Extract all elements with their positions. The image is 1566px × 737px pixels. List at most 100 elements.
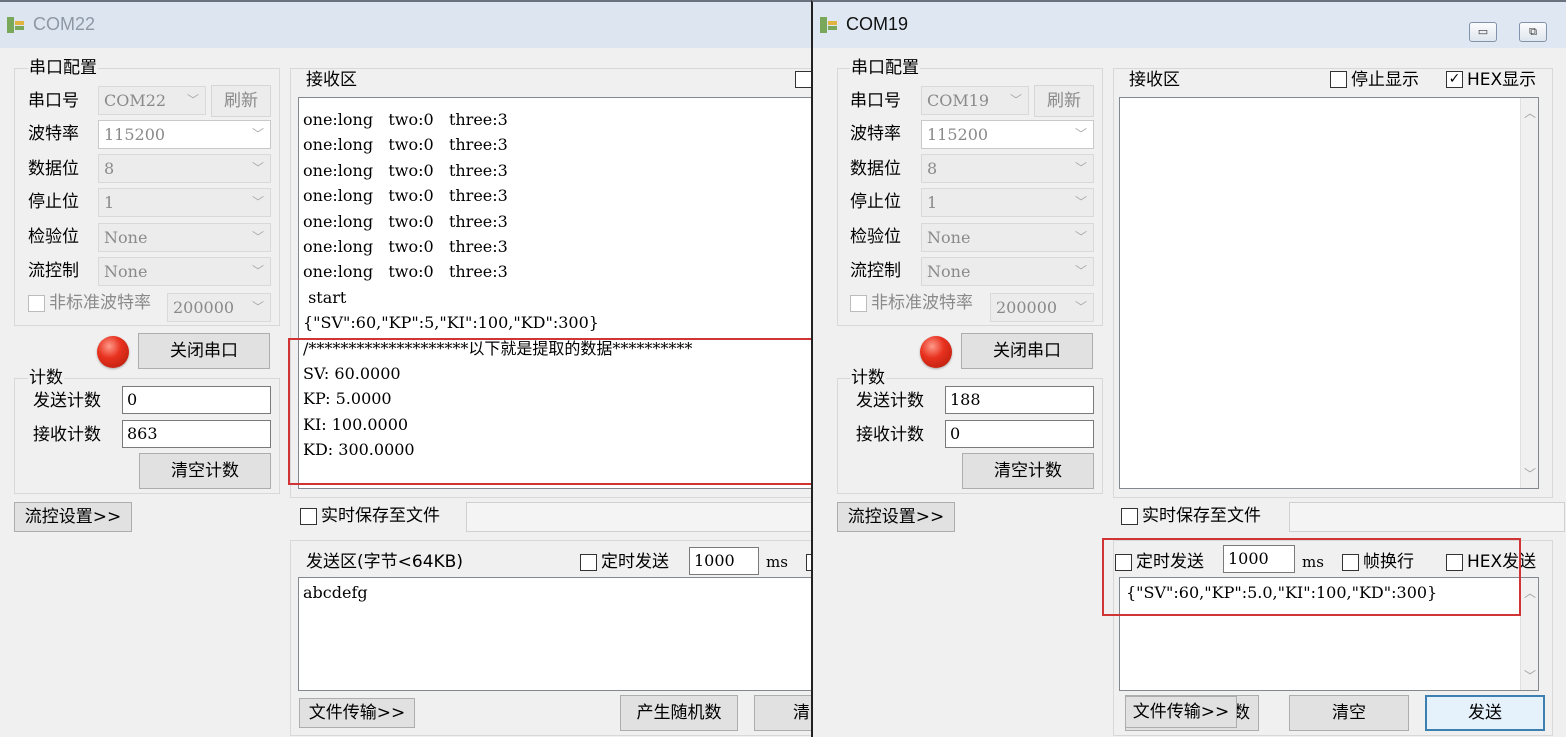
scrollbar[interactable]: ︿ ﹀ — [1520, 578, 1538, 690]
receive-line: {"SV":60,"KP":5,"KI":100,"KD":300} — [303, 313, 599, 333]
clear-count-button[interactable]: 清空计数 — [962, 453, 1094, 489]
port-label: 串口号 — [28, 91, 79, 111]
stop-display-checkbox[interactable] — [1330, 71, 1347, 88]
title-bar[interactable]: COM19 ▭ ⧉ — [813, 2, 1566, 48]
send-textbox[interactable]: abcdefg — [298, 577, 812, 691]
receive-label: 接收区 — [306, 70, 357, 90]
receive-line: one:long two:0 three:3 — [303, 211, 508, 231]
highlight-box — [288, 338, 812, 485]
port-label: 串口号 — [850, 91, 901, 111]
chevron-down-icon: ﹀ — [1074, 161, 1087, 175]
scroll-down-icon[interactable]: ﹀ — [1521, 667, 1538, 684]
stopbits-label: 停止位 — [28, 192, 79, 212]
parity-select[interactable]: None ﹀ — [921, 223, 1094, 252]
chevron-down-icon: ﹀ — [251, 161, 264, 175]
close-port-button[interactable]: 关闭串口 — [961, 333, 1093, 369]
send-count-field[interactable]: 0 — [122, 386, 271, 414]
window-title: COM22 — [33, 14, 96, 34]
refresh-button[interactable]: 刷新 — [1034, 85, 1094, 117]
databits-select[interactable]: 8 ﹀ — [98, 154, 271, 183]
counter-label: 计数 — [850, 368, 886, 388]
flow-select[interactable]: None ﹀ — [921, 257, 1094, 286]
nonstd-baud-value: 200000 — [173, 298, 235, 317]
scroll-up-icon[interactable]: ︿ — [1521, 104, 1538, 121]
receive-line: start — [303, 287, 347, 307]
stop-display-label: 停止显示 — [1351, 70, 1419, 90]
save-to-file-label: 实时保存至文件 — [321, 506, 440, 526]
restore-icon[interactable]: ⧉ — [1519, 22, 1547, 42]
serial-config-label: 串口配置 — [850, 58, 920, 78]
chevron-down-icon: ﹀ — [1009, 93, 1022, 107]
send-interval-field[interactable]: 1000 — [689, 547, 759, 575]
parity-select[interactable]: None ﹀ — [98, 223, 271, 252]
port-status-led-icon — [920, 336, 952, 368]
baud-select[interactable]: 115200 ﹀ — [98, 120, 271, 149]
send-button[interactable]: 发送 — [1425, 695, 1545, 731]
receive-textbox[interactable]: ︿ ﹀ — [1119, 97, 1539, 489]
clear-send-button[interactable]: 清空 — [1289, 695, 1409, 731]
databits-select[interactable]: 8 ﹀ — [921, 154, 1094, 183]
save-file-path-field[interactable] — [1289, 502, 1565, 532]
window-title: COM19 — [846, 14, 909, 34]
flow-settings-button[interactable]: 流控设置>> — [837, 502, 955, 532]
send-count-field[interactable]: 188 — [945, 386, 1094, 414]
port-value: COM22 — [104, 91, 167, 110]
chevron-down-icon: ﹀ — [251, 264, 264, 278]
chevron-down-icon: ﹀ — [251, 127, 264, 141]
clear-count-button[interactable]: 清空计数 — [139, 453, 271, 489]
databits-label: 数据位 — [850, 159, 901, 179]
hex-display-checkbox[interactable]: ✓ — [1446, 71, 1463, 88]
stopbits-label: 停止位 — [850, 192, 901, 212]
parity-label: 检验位 — [850, 227, 901, 247]
title-bar[interactable]: COM22 — [0, 2, 812, 48]
app-icon — [7, 17, 24, 33]
recv-count-field[interactable]: 863 — [122, 420, 271, 448]
flow-select[interactable]: None ﹀ — [98, 257, 271, 286]
nonstd-baud-select[interactable]: 200000 ﹀ — [167, 293, 271, 322]
nonstd-baud-select[interactable]: 200000 ﹀ — [990, 293, 1094, 322]
stopbits-select[interactable]: 1 ﹀ — [921, 188, 1094, 217]
file-transfer-button[interactable]: 文件传输>> — [1125, 696, 1237, 728]
refresh-button[interactable]: 刷新 — [211, 85, 271, 117]
clear-send-button[interactable]: 清 — [754, 695, 812, 731]
random-data-button[interactable]: 产生随机数 — [620, 695, 738, 731]
save-to-file-checkbox[interactable] — [1121, 508, 1138, 525]
receive-line: one:long two:0 three:3 — [303, 110, 508, 129]
stopbits-select[interactable]: 1 ﹀ — [98, 188, 271, 217]
save-file-path-field[interactable] — [466, 502, 812, 532]
recv-count-label: 接收计数 — [33, 425, 101, 445]
chevron-down-icon: ﹀ — [251, 230, 264, 244]
app-icon — [820, 17, 837, 33]
nonstd-baud-label: 非标准波特率 — [49, 293, 151, 313]
scroll-down-icon[interactable]: ﹀ — [1521, 465, 1538, 482]
stop-display-checkbox[interactable] — [795, 71, 812, 88]
nonstd-baud-value: 200000 — [996, 298, 1058, 317]
receive-line: one:long two:0 three:3 — [303, 160, 508, 180]
stopbits-value: 1 — [104, 193, 115, 212]
port-select[interactable]: COM22 ﹀ — [98, 86, 206, 115]
flow-label: 流控制 — [28, 261, 79, 281]
highlight-box — [1102, 538, 1521, 616]
nonstd-baud-checkbox[interactable] — [850, 295, 867, 312]
save-to-file-checkbox[interactable] — [300, 508, 317, 525]
baud-label: 波特率 — [28, 124, 79, 144]
file-transfer-button[interactable]: 文件传输>> — [299, 698, 415, 728]
baud-label: 波特率 — [850, 124, 901, 144]
timed-send-checkbox[interactable] — [580, 554, 597, 571]
flow-value: None — [104, 262, 148, 281]
close-port-button[interactable]: 关闭串口 — [138, 333, 270, 369]
scrollbar[interactable]: ︿ ﹀ — [1520, 98, 1538, 488]
flow-value: None — [927, 262, 971, 281]
baud-select[interactable]: 115200 ﹀ — [921, 120, 1094, 149]
serial-config-label: 串口配置 — [28, 58, 98, 78]
baud-value: 115200 — [104, 125, 166, 144]
scroll-up-icon[interactable]: ︿ — [1521, 584, 1538, 601]
nonstd-baud-checkbox[interactable] — [28, 295, 45, 312]
minimize-icon[interactable]: ▭ — [1469, 22, 1497, 42]
com22-window: COM22 串口配置 串口号 COM22 ﹀ 刷新 波特率 115200 ﹀ 数据位… — [0, 0, 812, 737]
port-select[interactable]: COM19 ﹀ — [921, 86, 1029, 115]
flow-settings-button[interactable]: 流控设置>> — [14, 502, 132, 532]
baud-value: 115200 — [927, 125, 989, 144]
parity-value: None — [927, 228, 971, 247]
recv-count-field[interactable]: 0 — [945, 420, 1094, 448]
